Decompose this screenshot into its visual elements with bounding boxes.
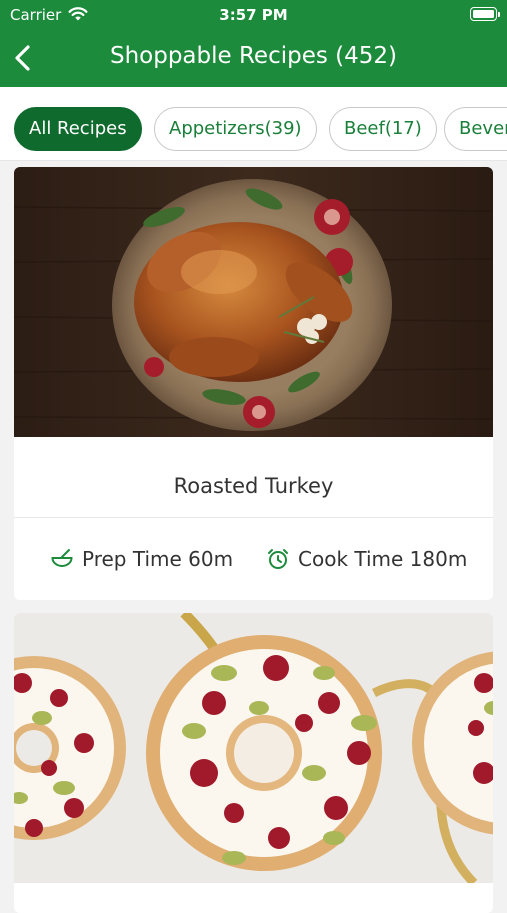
recipe-image	[14, 167, 493, 437]
alarm-clock-icon	[268, 549, 288, 569]
category-filter-bar[interactable]: All Recipes Appetizers(39) Beef(17) Beve…	[0, 87, 507, 161]
recipe-card[interactable]: Roasted Turkey Prep Time 60m Cook Time 1…	[14, 167, 493, 600]
bowl-icon	[51, 549, 73, 567]
recipe-image	[14, 613, 493, 883]
clock: 3:57 PM	[219, 6, 288, 24]
status-bar: Carrier 3:57 PM	[0, 0, 507, 30]
filter-chip-all-recipes[interactable]: All Recipes	[14, 107, 142, 151]
recipe-card[interactable]	[14, 613, 493, 913]
battery-icon	[470, 7, 500, 21]
recipe-times: Prep Time 60m Cook Time 180m	[14, 518, 493, 600]
filter-chip-beef[interactable]: Beef(17)	[329, 107, 437, 151]
page-title: Shoppable Recipes (452)	[109, 43, 398, 69]
nav-bar: Shoppable Recipes (452)	[0, 30, 507, 87]
cook-time-label: Cook Time 180m	[298, 547, 468, 571]
recipe-title: Roasted Turkey	[14, 455, 493, 518]
filter-chip-beverages[interactable]: Bever	[444, 107, 507, 151]
prep-time-label: Prep Time 60m	[82, 547, 234, 571]
filter-chip-appetizers[interactable]: Appetizers(39)	[154, 107, 317, 151]
